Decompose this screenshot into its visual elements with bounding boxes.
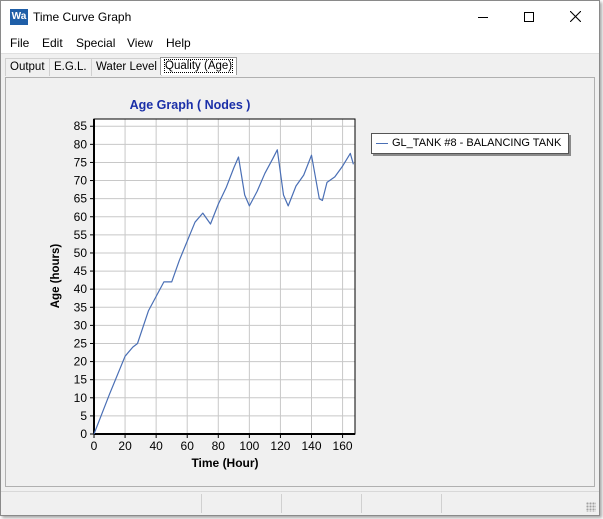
x-tick-label: 0: [91, 439, 98, 453]
resize-grip[interactable]: [586, 502, 596, 512]
status-pane: [281, 494, 361, 513]
time-curve-graph-window: Wa Time Curve Graph File Edit Special Vi…: [0, 0, 600, 516]
legend-series-swatch: [376, 142, 388, 144]
y-tick-label: 5: [80, 409, 87, 423]
x-tick-label: 80: [212, 439, 226, 453]
y-tick-label: 10: [74, 391, 88, 405]
y-tick-label: 25: [74, 336, 88, 350]
y-tick-label: 15: [74, 373, 88, 387]
y-tick-label: 20: [74, 355, 88, 369]
y-tick-label: 55: [74, 228, 88, 242]
status-pane: [201, 494, 281, 513]
chart-title: Age Graph ( Nodes ): [130, 98, 251, 112]
y-tick-label: 80: [74, 137, 88, 151]
x-axis-label: Time (Hour): [191, 456, 258, 470]
x-tick-label: 120: [270, 439, 290, 453]
y-tick-label: 65: [74, 192, 88, 206]
age-graph-chart: Age Graph ( Nodes ) Time (Hour) Age (hou…: [50, 98, 356, 470]
legend-series-label: GL_TANK #8 - BALANCING TANK: [392, 137, 562, 149]
chart-legend: GL_TANK #8 - BALANCING TANK: [371, 133, 569, 154]
x-tick-label: 140: [301, 439, 321, 453]
y-tick-label: 45: [74, 264, 88, 278]
plot-area: [94, 119, 355, 434]
y-tick-label: 70: [74, 174, 88, 188]
y-tick-label: 85: [74, 119, 88, 133]
x-tick-label: 160: [333, 439, 353, 453]
y-tick-label: 30: [74, 318, 88, 332]
y-tick-label: 60: [74, 210, 88, 224]
x-tick-label: 60: [181, 439, 195, 453]
status-bar: [1, 491, 599, 515]
x-tick-label: 40: [149, 439, 163, 453]
x-tick-label: 20: [118, 439, 132, 453]
y-tick-label: 50: [74, 246, 88, 260]
y-tick-label: 0: [80, 427, 87, 441]
status-pane: [441, 494, 581, 513]
y-axis-label: Age (hours): [50, 244, 62, 309]
y-tick-label: 35: [74, 300, 88, 314]
y-tick-label: 40: [74, 282, 88, 296]
y-tick-label: 75: [74, 155, 88, 169]
x-tick-label: 100: [239, 439, 259, 453]
status-pane: [361, 494, 441, 513]
